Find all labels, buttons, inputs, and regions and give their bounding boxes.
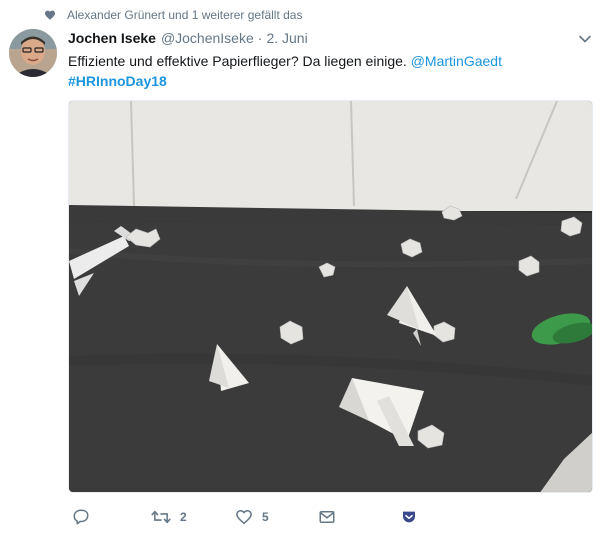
chevron-down-icon[interactable]	[578, 32, 592, 46]
author-fullname[interactable]: Jochen Iseke	[68, 30, 156, 46]
like-button[interactable]: 5	[235, 506, 269, 528]
like-count: 5	[262, 510, 269, 524]
hashtag-link[interactable]: #HRInnoDay18	[68, 73, 167, 89]
separator-dot: ·	[257, 30, 263, 46]
pocket-button[interactable]	[401, 506, 417, 528]
direct-message-button[interactable]	[318, 506, 336, 528]
envelope-icon	[318, 508, 336, 526]
tweet-actions: 2 5	[68, 506, 593, 528]
retweet-icon	[151, 508, 171, 526]
retweet-count: 2	[180, 510, 187, 524]
retweet-button[interactable]: 2	[151, 506, 187, 528]
mention-link[interactable]: @MartinGaedt	[411, 53, 502, 69]
tweet-header: Jochen Iseke @JochenIseke · 2. Juni	[68, 30, 308, 46]
social-context: Alexander Grünert und 1 weiterer gefällt…	[44, 7, 302, 23]
heart-outline-icon	[235, 508, 253, 526]
tweet-text: Effiziente und effektive Papierflieger? …	[68, 51, 588, 91]
social-context-text[interactable]: Alexander Grünert und 1 weiterer gefällt…	[67, 8, 302, 22]
tweet-text-body: Effiziente und effektive Papierflieger? …	[68, 53, 407, 69]
tweet-photo[interactable]	[68, 100, 593, 493]
heart-icon	[44, 9, 56, 21]
reply-button[interactable]	[72, 506, 99, 528]
pocket-icon	[401, 509, 417, 525]
tweet-timestamp[interactable]: 2. Juni	[266, 30, 307, 46]
author-handle[interactable]: @JochenIseke	[161, 30, 254, 46]
reply-icon	[72, 508, 90, 526]
avatar[interactable]	[9, 29, 57, 77]
